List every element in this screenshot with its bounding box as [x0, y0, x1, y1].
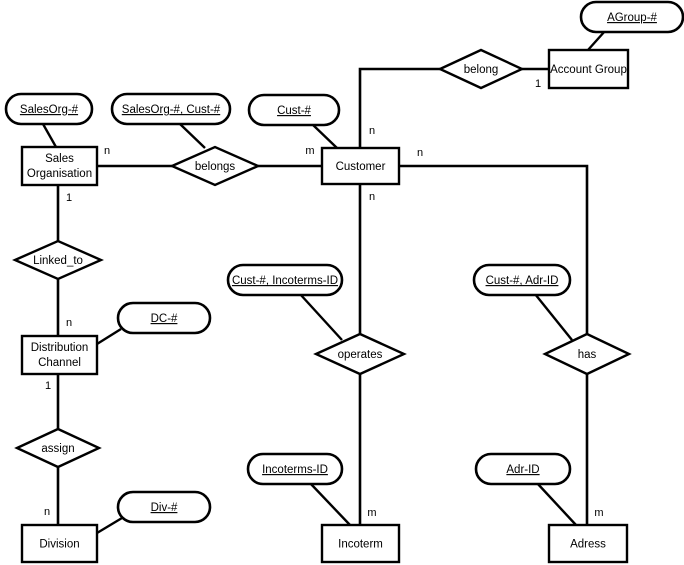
attribute-label-cust_incoterms_key: Cust-#, Incoterms-ID — [232, 275, 338, 287]
entity-label-sales_organisation: Sales — [45, 153, 74, 165]
cardinality-card-salesorg-belongs: n — [104, 145, 110, 157]
entity-label-distribution_channel: Distribution — [31, 342, 89, 354]
cardinality-card-division-assign: n — [44, 506, 50, 518]
entity-incoterm[interactable]: Incoterm — [320, 523, 401, 564]
attribute-label-cust_key: Cust-# — [277, 105, 311, 117]
attribute-label-salesorg_key: SalesOrg-# — [20, 104, 79, 116]
attribute-label-agroup_key: AGroup-# — [607, 12, 657, 24]
attribute-salesorg_cust_key[interactable]: SalesOrg-#, Cust-# — [110, 92, 232, 126]
attribute-connector-attredge-salesorg-cust — [179, 123, 206, 149]
attribute-label-incoterms_key: Incoterms-ID — [262, 464, 328, 476]
attribute-cust_key[interactable]: Cust-# — [247, 93, 341, 127]
attribute-agroup_key[interactable]: AGroup-# — [579, 0, 684, 34]
attribute-dc_key[interactable]: DC-# — [116, 301, 212, 335]
attribute-label-cust_adr_key: Cust-#, Adr-ID — [486, 275, 559, 287]
relationship-linked_to[interactable]: Linked_to — [12, 239, 104, 281]
entity-label-account_group: Account Group — [550, 64, 627, 76]
attribute-connector-attredge-adr — [536, 482, 577, 526]
entity-label-incoterm: Incoterm — [338, 539, 383, 551]
attribute-label-salesorg_cust_key: SalesOrg-#, Cust-# — [122, 104, 221, 116]
entity-label-distribution_channel-line2: Channel — [38, 357, 81, 369]
relationship-operates[interactable]: operates — [313, 332, 407, 376]
relationship-has[interactable]: has — [542, 332, 632, 376]
connector-edge-customer-has — [399, 164, 589, 334]
entity-customer[interactable]: Customer — [320, 146, 401, 186]
attribute-label-div_key: Div-# — [151, 502, 178, 514]
cardinality-card-dc-assign: 1 — [45, 380, 51, 392]
relationship-label-assign: assign — [41, 443, 74, 455]
entity-adress[interactable]: Adress — [547, 523, 629, 564]
cardinality-card-incoterm-operates: m — [367, 507, 376, 519]
attribute-connector-attredge-div — [96, 516, 123, 535]
entity-label-customer: Customer — [336, 161, 386, 173]
relationship-label-operates: operates — [338, 349, 383, 361]
cardinality-card-customer-has: n — [417, 147, 423, 159]
entity-distribution_channel[interactable]: Distribution Channel — [20, 334, 99, 376]
entity-sales_organisation[interactable]: Sales Organisation — [20, 145, 99, 187]
cardinality-card-accountgroup-belong: 1 — [535, 78, 541, 90]
attribute-cust_incoterms_key[interactable]: Cust-#, Incoterms-ID — [226, 263, 344, 297]
attribute-connector-attredge-agroup — [587, 30, 606, 51]
attribute-connector-attredge-salesorg — [41, 123, 58, 148]
relationship-label-belongs: belongs — [195, 161, 236, 173]
relationship-belongs[interactable]: belongs — [169, 145, 261, 187]
er-diagram-canvas: Sales Organisation Customer Account Group Di… — [0, 0, 684, 565]
cardinality-card-adress-has: m — [594, 507, 603, 519]
cardinality-card-dc-linked: n — [66, 317, 72, 329]
attribute-connector-attredge-cust-adr — [534, 293, 573, 341]
attribute-cust_adr_key[interactable]: Cust-#, Adr-ID — [472, 263, 572, 297]
attribute-label-adr_key: Adr-ID — [506, 464, 539, 476]
cardinality-card-customer-belongs: m — [305, 145, 314, 157]
attribute-label-dc_key: DC-# — [151, 313, 178, 325]
relationship-label-has: has — [578, 349, 597, 361]
relationship-belong[interactable]: belong — [437, 48, 525, 90]
attribute-connector-attredge-cust — [311, 123, 338, 149]
relationship-label-belong: belong — [464, 64, 499, 76]
attribute-salesorg_key[interactable]: SalesOrg-# — [4, 92, 94, 126]
entity-label-adress: Adress — [570, 539, 606, 551]
entity-label-sales_organisation-line2: Organisation — [27, 168, 92, 180]
relationship-assign[interactable]: assign — [14, 427, 102, 469]
cardinality-card-customer-belong: n — [369, 125, 375, 137]
attribute-connector-attredge-cust-incoterms — [299, 293, 343, 341]
cardinality-card-salesorg-linked: 1 — [66, 192, 72, 204]
attribute-connector-attredge-incoterms — [309, 482, 351, 526]
entity-label-division: Division — [39, 539, 79, 551]
attribute-incoterms_key[interactable]: Incoterms-ID — [246, 452, 344, 486]
entity-account_group[interactable]: Account Group — [547, 48, 630, 90]
attribute-div_key[interactable]: Div-# — [116, 490, 212, 524]
attribute-connector-attredge-dc — [96, 327, 122, 346]
cardinality-card-customer-operates: n — [369, 191, 375, 203]
attribute-adr_key[interactable]: Adr-ID — [474, 452, 572, 486]
entity-division[interactable]: Division — [20, 523, 99, 564]
relationship-label-linked_to: Linked_to — [33, 255, 83, 267]
